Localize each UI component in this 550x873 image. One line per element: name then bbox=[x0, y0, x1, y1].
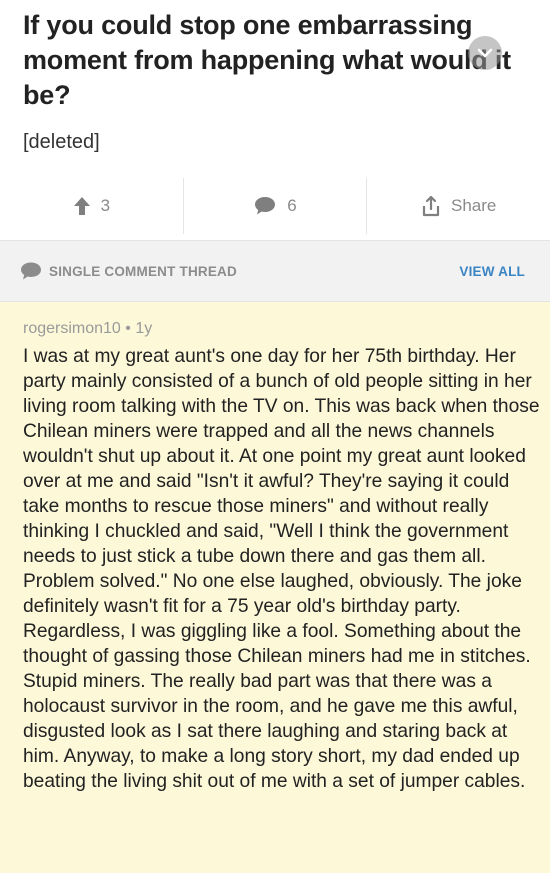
post-body: [deleted] bbox=[23, 131, 100, 153]
comment-bubble-icon bbox=[21, 262, 41, 280]
comment-author[interactable]: rogersimon10 bbox=[23, 320, 121, 337]
share-button[interactable]: Share bbox=[367, 178, 550, 234]
comment-count: 6 bbox=[287, 196, 297, 215]
comment-age: 1y bbox=[135, 320, 153, 337]
view-all-link[interactable]: VIEW ALL bbox=[459, 264, 525, 279]
share-icon bbox=[422, 195, 440, 217]
meta-separator: • bbox=[120, 320, 136, 337]
thread-label-group: SINGLE COMMENT THREAD bbox=[19, 261, 237, 281]
comment-meta: rogersimon10 • 1y bbox=[23, 320, 152, 338]
upvote-arrow-icon bbox=[73, 197, 90, 215]
comment: rogersimon10 • 1y I was at my great aunt… bbox=[0, 302, 550, 873]
upvote-button[interactable]: 3 bbox=[0, 178, 184, 234]
upvote-count: 3 bbox=[100, 196, 111, 215]
post-title: If you could stop one embarrassing momen… bbox=[23, 10, 511, 110]
comment-bubble-icon bbox=[255, 197, 276, 215]
chevron-down-icon bbox=[477, 48, 493, 58]
post-action-bar: 3 6 Share bbox=[0, 178, 550, 234]
single-comment-thread-bar: SINGLE COMMENT THREAD VIEW ALL bbox=[0, 240, 550, 302]
comment-body: I was at my great aunt's one day for her… bbox=[23, 346, 540, 792]
share-label: Share bbox=[450, 196, 497, 215]
post-header: If you could stop one embarrassing momen… bbox=[0, 0, 550, 240]
close-button[interactable] bbox=[468, 36, 502, 70]
comments-button[interactable]: 6 bbox=[184, 178, 368, 234]
thread-label: SINGLE COMMENT THREAD bbox=[49, 263, 237, 279]
